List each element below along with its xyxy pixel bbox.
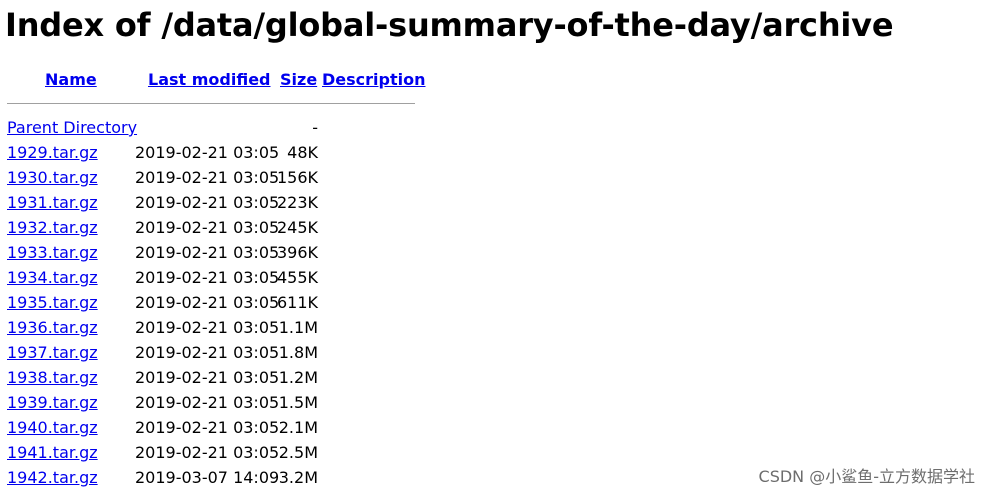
file-link[interactable]: 1942.tar.gz xyxy=(7,468,98,488)
row-modified: 2019-02-21 03:05 xyxy=(135,218,280,237)
file-row: 1933.tar.gz 2019-02-21 03:05 396K xyxy=(7,243,427,268)
row-modified: 2019-02-21 03:05 xyxy=(135,343,280,362)
page-title: Index of /data/global-summary-of-the-day… xyxy=(5,6,894,44)
file-row: 1935.tar.gz 2019-02-21 03:05 611K xyxy=(7,293,427,318)
file-link[interactable]: 1931.tar.gz xyxy=(7,193,98,213)
file-row: 1929.tar.gz 2019-02-21 03:05 48K xyxy=(7,143,427,168)
row-size: 2.5M xyxy=(278,443,318,462)
row-size: 1.5M xyxy=(278,393,318,412)
row-size: 455K xyxy=(276,268,318,287)
file-link[interactable]: 1934.tar.gz xyxy=(7,268,98,288)
row-modified: 2019-02-21 03:05 xyxy=(135,193,280,212)
sort-by-size-link[interactable]: Size xyxy=(280,70,317,89)
file-row: 1937.tar.gz 2019-02-21 03:05 1.8M xyxy=(7,343,427,368)
row-modified: 2019-02-21 03:05 xyxy=(135,443,280,462)
csdn-watermark: CSDN @小鲨鱼-立方数据学社 xyxy=(758,467,975,486)
file-row: 1940.tar.gz 2019-02-21 03:05 2.1M xyxy=(7,418,427,443)
row-modified: 2019-02-21 03:05 xyxy=(135,393,280,412)
file-list: Parent Directory - 1929.tar.gz 2019-02-2… xyxy=(7,118,427,493)
row-modified: 2019-02-21 03:05 xyxy=(135,143,280,162)
file-row: 1931.tar.gz 2019-02-21 03:05 223K xyxy=(7,193,427,218)
file-row: 1930.tar.gz 2019-02-21 03:05 156K xyxy=(7,168,427,193)
row-modified: 2019-02-21 03:05 xyxy=(135,293,280,312)
parent-directory-link[interactable]: Parent Directory xyxy=(7,118,137,138)
file-link[interactable]: 1932.tar.gz xyxy=(7,218,98,238)
file-row: 1939.tar.gz 2019-02-21 03:05 1.5M xyxy=(7,393,427,418)
file-link[interactable]: 1930.tar.gz xyxy=(7,168,98,188)
row-size: 611K xyxy=(276,293,318,312)
file-row: 1932.tar.gz 2019-02-21 03:05 245K xyxy=(7,218,427,243)
file-link[interactable]: 1929.tar.gz xyxy=(7,143,98,163)
sort-by-description-link[interactable]: Description xyxy=(322,70,425,89)
file-link[interactable]: 1939.tar.gz xyxy=(7,393,98,413)
row-modified: 2019-02-21 03:05 xyxy=(135,318,280,337)
row-size: 2.1M xyxy=(278,418,318,437)
row-size: 3.2M xyxy=(278,468,318,487)
row-size: 245K xyxy=(276,218,318,237)
file-row: 1938.tar.gz 2019-02-21 03:05 1.2M xyxy=(7,368,427,393)
file-link[interactable]: 1940.tar.gz xyxy=(7,418,98,438)
row-size: 48K xyxy=(287,143,318,162)
row-size: - xyxy=(312,118,318,137)
row-size: 156K xyxy=(276,168,318,187)
row-modified: 2019-02-21 03:05 xyxy=(135,418,280,437)
file-link[interactable]: 1941.tar.gz xyxy=(7,443,98,463)
sort-by-last-modified-link[interactable]: Last modified xyxy=(148,70,271,89)
row-size: 1.2M xyxy=(278,368,318,387)
file-link[interactable]: 1935.tar.gz xyxy=(7,293,98,313)
file-row: 1936.tar.gz 2019-02-21 03:05 1.1M xyxy=(7,318,427,343)
header-divider xyxy=(7,103,415,104)
parent-directory-row: Parent Directory - xyxy=(7,118,427,143)
file-row: 1941.tar.gz 2019-02-21 03:05 2.5M xyxy=(7,443,427,468)
row-modified: 2019-03-07 14:09 xyxy=(135,468,280,487)
file-link[interactable]: 1936.tar.gz xyxy=(7,318,98,338)
row-size: 1.8M xyxy=(278,343,318,362)
file-row: 1934.tar.gz 2019-02-21 03:05 455K xyxy=(7,268,427,293)
file-link[interactable]: 1937.tar.gz xyxy=(7,343,98,363)
row-size: 223K xyxy=(276,193,318,212)
sort-by-name-link[interactable]: Name xyxy=(45,70,97,89)
row-modified: 2019-02-21 03:05 xyxy=(135,168,280,187)
row-size: 1.1M xyxy=(278,318,318,337)
row-modified: 2019-02-21 03:05 xyxy=(135,268,280,287)
row-modified: 2019-02-21 03:05 xyxy=(135,368,280,387)
file-row: 1942.tar.gz 2019-03-07 14:09 3.2M xyxy=(7,468,427,493)
row-modified: 2019-02-21 03:05 xyxy=(135,243,280,262)
file-link[interactable]: 1938.tar.gz xyxy=(7,368,98,388)
row-size: 396K xyxy=(276,243,318,262)
file-link[interactable]: 1933.tar.gz xyxy=(7,243,98,263)
